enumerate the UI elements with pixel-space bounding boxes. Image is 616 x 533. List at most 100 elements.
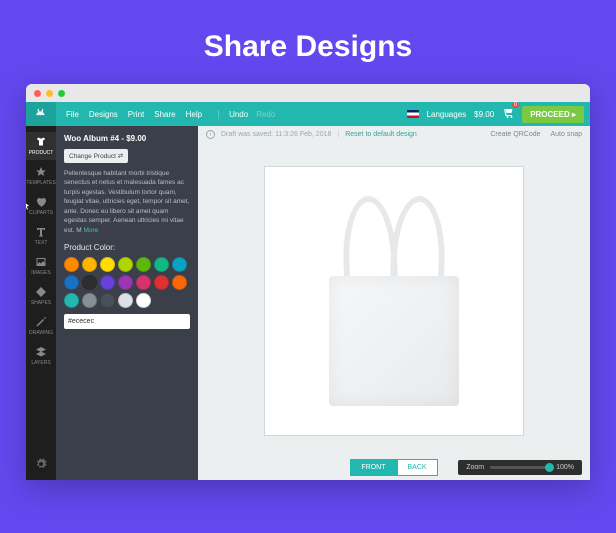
front-back-toggle: FRONT BACK (350, 459, 437, 476)
menu-designs[interactable]: Designs (89, 110, 118, 119)
product-color-label: Product Color: (64, 243, 190, 252)
canvas-stage (198, 143, 590, 454)
rail-product[interactable]: PRODUCT (26, 132, 56, 160)
rail-templates-label: TEMPLATES (26, 180, 55, 186)
rail-text-label: TEXT (35, 240, 48, 246)
pencil-icon (35, 316, 47, 328)
rail-layers[interactable]: LAYERS (26, 342, 56, 370)
main-menu: File Designs Print Share Help (56, 110, 212, 119)
cart-button[interactable]: 0 (502, 107, 514, 121)
heart-icon (35, 196, 47, 208)
product-description-text: Pellentesque habitant morbi tristique se… (64, 170, 189, 234)
rail-shapes[interactable]: SHAPES (26, 282, 56, 310)
change-product-button[interactable]: Change Product ⇄ (64, 149, 128, 163)
color-swatch[interactable] (100, 257, 115, 272)
app-body: PRODUCT TEMPLATES CLIPARTS TEXT IMAGES (26, 126, 590, 480)
product-title: Woo Album #4 - $9.00 (64, 134, 146, 143)
color-swatch[interactable] (154, 275, 169, 290)
icon-rail: PRODUCT TEMPLATES CLIPARTS TEXT IMAGES (26, 126, 56, 480)
auto-snap-link[interactable]: Auto snap (550, 131, 582, 138)
app-window: File Designs Print Share Help Undo Redo … (26, 84, 590, 480)
top-menubar: File Designs Print Share Help Undo Redo … (26, 102, 590, 126)
text-icon (35, 226, 47, 238)
rail-drawing-label: DRAWING (29, 330, 53, 336)
rail-cliparts[interactable]: CLIPARTS (26, 192, 56, 220)
gear-icon (35, 458, 47, 470)
menu-share[interactable]: Share (154, 110, 175, 119)
color-swatch[interactable] (64, 257, 79, 272)
cart-badge: 0 (512, 102, 519, 108)
zoom-knob[interactable] (545, 463, 554, 472)
menu-print[interactable]: Print (128, 110, 144, 119)
more-link[interactable]: More (84, 227, 99, 234)
bag-body (329, 276, 459, 406)
rail-drawing[interactable]: DRAWING (26, 312, 56, 340)
proceed-button[interactable]: PROCEED ▸ (522, 106, 584, 123)
color-swatch[interactable] (118, 275, 133, 290)
color-swatch[interactable] (82, 293, 97, 308)
canvas-area: i Draft was saved: 11:3:26 Feb, 2018 | R… (198, 126, 590, 480)
create-qrcode-link[interactable]: Create QRCode (490, 131, 540, 138)
color-swatch[interactable] (100, 275, 115, 290)
zoom-slider[interactable] (490, 466, 550, 469)
color-swatch[interactable] (82, 257, 97, 272)
back-button[interactable]: BACK (397, 459, 438, 476)
topbar-price: $9.00 (474, 110, 494, 119)
star-icon (35, 166, 47, 178)
zoom-label: Zoom (466, 464, 484, 471)
rail-product-label: PRODUCT (29, 150, 54, 156)
rail-text[interactable]: TEXT (26, 222, 56, 250)
rail-shapes-label: SHAPES (31, 300, 51, 306)
undo-redo-group: Undo Redo (218, 110, 275, 119)
color-hex-input[interactable] (64, 314, 190, 329)
rail-layers-label: LAYERS (31, 360, 50, 366)
color-swatches (64, 257, 190, 308)
hero-title: Share Designs (0, 0, 616, 84)
minimize-dot[interactable] (46, 90, 53, 97)
layers-icon (35, 346, 47, 358)
side-panel: Woo Album #4 - $9.00 Change Product ⇄ Pe… (56, 126, 198, 480)
rail-templates[interactable]: TEMPLATES (26, 162, 56, 190)
product-mockup (319, 196, 469, 406)
tshirt-icon (35, 136, 47, 148)
color-swatch[interactable] (118, 293, 133, 308)
undo-button[interactable]: Undo (229, 110, 248, 119)
color-swatch[interactable] (136, 275, 151, 290)
color-swatch[interactable] (82, 275, 97, 290)
color-swatch[interactable] (64, 275, 79, 290)
brand-logo[interactable] (26, 102, 56, 126)
rail-cliparts-label: CLIPARTS (29, 210, 53, 216)
rail-images-label: IMAGES (31, 270, 50, 276)
uk-flag-icon (407, 110, 419, 118)
zoom-value: 100% (556, 464, 574, 471)
color-swatch[interactable] (136, 257, 151, 272)
topbar-right: Languages $9.00 0 PROCEED ▸ (407, 106, 590, 123)
color-swatch[interactable] (172, 257, 187, 272)
window-titlebar (26, 84, 590, 102)
rabbit-icon (34, 107, 48, 121)
diamond-icon (35, 286, 47, 298)
color-swatch[interactable] (136, 293, 151, 308)
cart-icon (502, 107, 514, 119)
draft-saved-text: Draft was saved: 11:3:26 Feb, 2018 (221, 131, 331, 138)
menu-file[interactable]: File (66, 110, 79, 119)
color-swatch[interactable] (172, 275, 187, 290)
canvas-footer: FRONT BACK Zoom 100% (198, 454, 590, 480)
rail-settings[interactable] (26, 454, 56, 474)
menu-help[interactable]: Help (186, 110, 202, 119)
color-swatch[interactable] (154, 257, 169, 272)
zoom-control: Zoom 100% (458, 460, 582, 475)
close-dot[interactable] (34, 90, 41, 97)
color-swatch[interactable] (100, 293, 115, 308)
color-swatch[interactable] (64, 293, 79, 308)
reset-design-link[interactable]: Reset to default design (345, 131, 417, 138)
maximize-dot[interactable] (58, 90, 65, 97)
artboard[interactable] (264, 166, 524, 436)
product-description: Pellentesque habitant morbi tristique se… (64, 169, 190, 235)
color-swatch[interactable] (118, 257, 133, 272)
image-icon (35, 256, 47, 268)
info-icon: i (206, 130, 215, 139)
languages-dropdown[interactable]: Languages (427, 110, 467, 119)
rail-images[interactable]: IMAGES (26, 252, 56, 280)
front-button[interactable]: FRONT (350, 459, 396, 476)
